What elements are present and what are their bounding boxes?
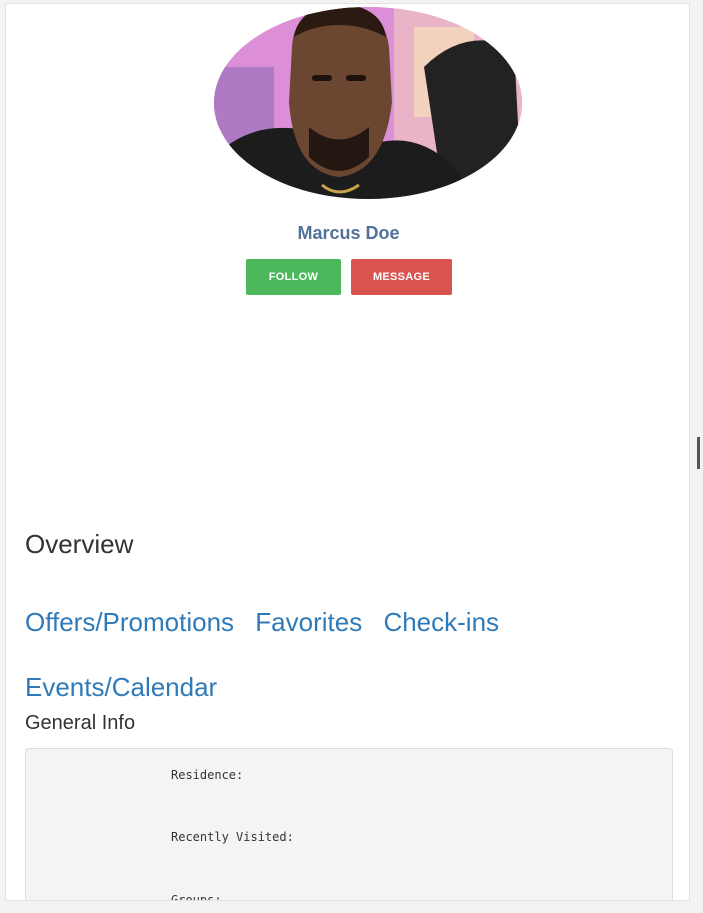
follow-button[interactable]: FOLLOW	[246, 259, 341, 295]
profile-avatar[interactable]	[214, 7, 522, 199]
general-info-heading: General Info	[25, 712, 136, 734]
profile-name[interactable]: Marcus Doe	[6, 223, 689, 244]
residence-label: Residence:	[171, 768, 244, 782]
tab-offers-promotions[interactable]: Offers/Promotions	[25, 590, 234, 655]
general-info-panel: Residence: Recently Visited: Groups:	[25, 748, 673, 901]
overview-heading: Overview	[25, 529, 134, 559]
scrollbar-handle[interactable]	[697, 437, 700, 469]
tab-events-calendar[interactable]: Events/Calendar	[25, 655, 217, 720]
groups-label: Groups:	[171, 893, 222, 901]
profile-card: Marcus Doe FOLLOW MESSAGE Overview Offer…	[5, 3, 690, 901]
tab-favorites[interactable]: Favorites	[255, 590, 362, 655]
tab-check-ins[interactable]: Check-ins	[383, 590, 499, 655]
message-button[interactable]: MESSAGE	[351, 259, 452, 295]
overview-tabs: Offers/Promotions Favorites Check-ins Ev…	[25, 590, 545, 720]
avatar-image	[214, 7, 522, 199]
recently-visited-label: Recently Visited:	[171, 830, 294, 844]
